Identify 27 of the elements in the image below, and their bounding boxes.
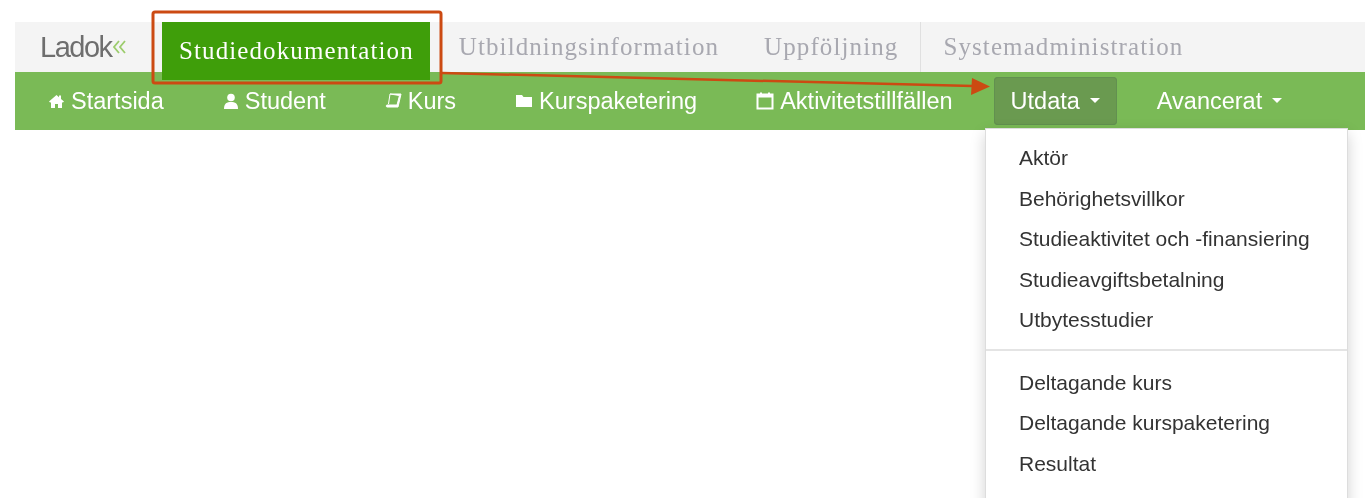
dropdown-toggle[interactable]: Utdata: [993, 77, 1117, 125]
main-tab[interactable]: Utbildningsinformation: [435, 22, 742, 72]
nav-link[interactable]: Kurs: [384, 77, 457, 125]
menu-item[interactable]: Studieavgiftsbetalning: [986, 259, 1347, 300]
home-icon: [48, 93, 65, 109]
menu-item[interactable]: Aktör: [986, 138, 1347, 179]
caret-icon: [1089, 98, 1100, 104]
menu-item[interactable]: Behörighetsvillkor: [986, 178, 1347, 219]
nav-link[interactable]: Startsida: [48, 77, 164, 125]
main-tab[interactable]: Uppföljning: [741, 22, 921, 72]
chevron-icon: [112, 40, 127, 54]
user-icon: [222, 93, 239, 109]
ladok-logo[interactable]: Ladok: [40, 30, 112, 64]
nav-link[interactable]: Student: [222, 77, 326, 125]
caret-icon: [1272, 98, 1283, 104]
main-tab[interactable]: Studiedokumentation: [162, 22, 430, 80]
nav-link[interactable]: Aktivitetstillfällen: [756, 77, 953, 125]
book-icon: [384, 93, 402, 109]
menu-item[interactable]: Deltagande kurs: [986, 362, 1347, 403]
nav-link[interactable]: Kurspaketering: [515, 77, 698, 125]
menu-item[interactable]: Resultat: [986, 443, 1347, 484]
folder-icon: [515, 94, 534, 108]
menu-item[interactable]: Deltagande kurspaketering: [986, 403, 1347, 444]
menu-item[interactable]: Studieaktivitet och -finansiering: [986, 219, 1347, 260]
calendar-icon: [756, 92, 775, 110]
menu-item[interactable]: Utbytesstudier: [986, 300, 1347, 341]
dropdown-toggle[interactable]: Avancerat: [1139, 77, 1300, 125]
